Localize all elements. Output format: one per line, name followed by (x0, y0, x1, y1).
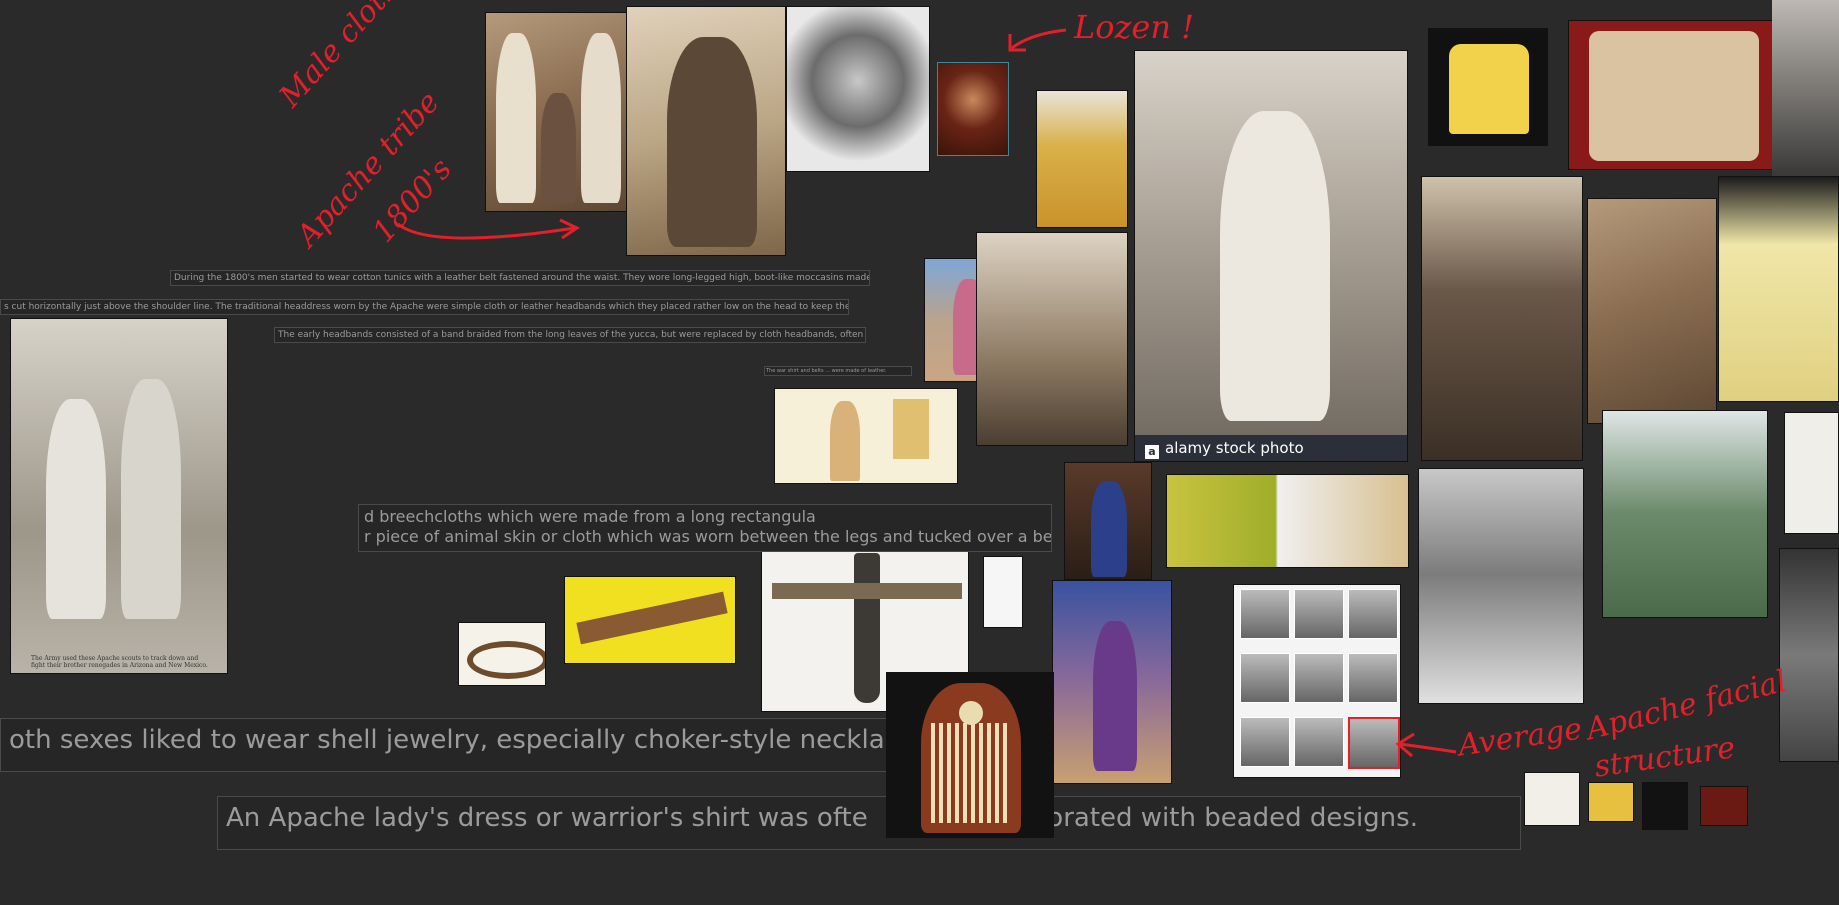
face-7 (1240, 717, 1290, 767)
caption-war-shirt[interactable]: The war shirt and belts ... were made of… (764, 366, 912, 376)
alamy-logo-icon: a (1145, 445, 1159, 459)
caption-beaded-designs-part1: An Apache lady's dress or warrior's shir… (226, 803, 868, 833)
photo-standing-warrior[interactable] (976, 232, 1128, 446)
photo-seated-chief[interactable] (626, 6, 786, 256)
photo-profile-man[interactable] (1418, 468, 1584, 704)
shirt-shape (1449, 44, 1529, 134)
caption-headbands[interactable]: The early headbands consisted of a band … (274, 327, 866, 343)
photo-moccasin-1[interactable] (1524, 772, 1580, 826)
photo-portrait-man[interactable] (786, 6, 930, 172)
photo-facial-grid[interactable] (1233, 584, 1401, 778)
photo-edge-belt[interactable] (1784, 412, 1839, 534)
photo-cartridge-belt-yellow[interactable] (564, 576, 736, 664)
arrow-to-photos-head (559, 218, 581, 240)
photo-yellow-shirt[interactable] (1428, 28, 1548, 146)
figure-scout-left (46, 399, 106, 619)
photo-geronimo-alamy[interactable]: a alamy stock photo (1134, 50, 1408, 462)
photo-edge-knife[interactable] (1779, 548, 1839, 762)
photo-apache-scouts-postcard[interactable]: The Army used these Apache scouts to tra… (10, 318, 228, 674)
alamy-watermark-bar: a alamy stock photo (1135, 435, 1407, 461)
photo-moccasin-2[interactable] (1588, 782, 1634, 822)
figure-man-2 (541, 93, 576, 203)
face-2 (1294, 589, 1344, 639)
alamy-label: alamy stock photo (1165, 439, 1304, 457)
belt-shape (467, 641, 545, 679)
figure-blue-vest (1091, 481, 1127, 577)
caption-breechcloths-line1: d breechcloths which were made from a lo… (364, 507, 816, 526)
photo-warrior-spear-painting[interactable] (1052, 580, 1172, 784)
photo-beaded-items[interactable] (1166, 474, 1409, 568)
photo-lozen[interactable] (937, 62, 1009, 156)
figure-seated-chief (667, 37, 757, 247)
caption-headdress[interactable]: s cut horizontally just above the should… (0, 299, 849, 315)
photo-fringe-shirt[interactable] (1568, 20, 1778, 170)
knife-shape (854, 553, 880, 703)
caption-tunics[interactable]: During the 1800's men started to wear co… (170, 270, 870, 286)
annotation-average: Average (1456, 711, 1585, 764)
photo-three-apache-men[interactable] (485, 12, 633, 212)
photo-illustration-breechcloth[interactable] (774, 388, 958, 484)
arrow-to-lozen-head (1008, 34, 1026, 52)
caption-beaded-designs[interactable]: An Apache lady's dress or warrior's shir… (217, 796, 1521, 850)
caption-shell-jewelry[interactable]: oth sexes liked to wear shell jewelry, e… (0, 718, 888, 772)
illustration-figure (830, 401, 860, 481)
figure-scout-right (121, 379, 181, 619)
face-9-highlighted (1348, 717, 1400, 769)
annotation-lozen: Lozen ! (1074, 8, 1194, 46)
necklace-pendant (959, 701, 983, 725)
face-3 (1348, 589, 1398, 639)
arrow-to-lozen (1011, 28, 1067, 50)
annotation-apache-facial: Apache facial (1582, 663, 1791, 748)
arrow-to-photos (397, 222, 576, 240)
photo-shell-necklace-front (886, 672, 1054, 838)
caption-breechcloths-line2: r piece of animal skin or cloth which wa… (364, 527, 1052, 546)
photo-two-women-dresses[interactable] (1036, 90, 1128, 228)
face-1 (1240, 589, 1290, 639)
face-6 (1348, 653, 1398, 703)
figure-spear-warrior (1093, 621, 1137, 771)
figure-man-3 (581, 33, 621, 203)
illustration-cloth (893, 399, 929, 459)
fringe-shirt-shape (1589, 31, 1759, 161)
belt-strap (772, 583, 962, 599)
belt-yellow-shape (576, 591, 728, 645)
photo-cartridge-belt-small[interactable] (458, 622, 546, 686)
postcard-caption: The Army used these Apache scouts to tra… (31, 655, 208, 669)
necklace-fringe-front (931, 723, 1011, 823)
face-8 (1294, 717, 1344, 767)
photo-yellow-fringe-dress[interactable] (1718, 176, 1839, 402)
photo-warrior-blue-vest[interactable] (1064, 462, 1152, 580)
figure-man-1 (496, 33, 536, 203)
photo-moccasin-4[interactable] (1700, 786, 1748, 826)
caption-breechcloths[interactable]: d breechcloths which were made from a lo… (358, 504, 1052, 552)
photo-sepia-woman[interactable] (1587, 198, 1717, 424)
arrow-to-face (1399, 742, 1457, 754)
face-5 (1294, 653, 1344, 703)
photo-couple-color[interactable] (1602, 410, 1768, 618)
face-4 (1240, 653, 1290, 703)
figure-geronimo (1220, 111, 1330, 421)
photo-sketch-small[interactable] (983, 556, 1023, 628)
photo-girl-beaded[interactable] (1421, 176, 1583, 461)
photo-moccasin-3[interactable] (1642, 782, 1688, 830)
